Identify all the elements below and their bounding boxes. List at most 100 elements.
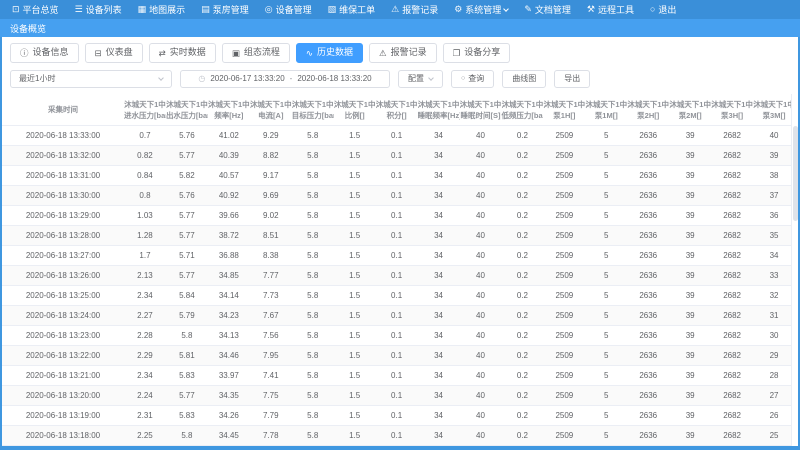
nav-item-6[interactable]: ▧维保工单	[320, 0, 384, 19]
cell-value: 5.83	[166, 406, 208, 426]
column-header-line2: 睡眠频率[Hz]	[418, 110, 460, 121]
cell-value: 0.2	[501, 206, 543, 226]
cell-value: 0.2	[501, 246, 543, 266]
cell-value: 7.79	[250, 406, 292, 426]
nav-item-7[interactable]: ⚠报警记录	[383, 0, 446, 19]
column-header-line1: 沐城天下1中	[753, 99, 795, 110]
column-header-line1: 沐城天下1中	[711, 99, 753, 110]
cell-value: 5.8	[292, 226, 334, 246]
cell-value: 34.85	[208, 266, 250, 286]
cell-value: 5.8	[292, 146, 334, 166]
gear-icon: ⚙	[454, 5, 462, 14]
nav-item-1[interactable]: ⊡平台总览	[4, 0, 67, 19]
table-row: 2020-06-18 13:26:002.135.7734.857.775.81…	[2, 266, 795, 286]
column-header-3: 沐城天下1中出水压力[bar]	[166, 94, 208, 126]
time-range-select-value: 最近1小时	[19, 73, 55, 84]
nav-item-label: 设备列表	[86, 3, 122, 16]
nav-item-2[interactable]: ☰设备列表	[67, 0, 130, 19]
tab-2[interactable]: ⊟仪表盘	[85, 43, 143, 63]
cell-value: 5	[585, 166, 627, 186]
cell-value: 5.8	[292, 306, 334, 326]
curve-chart-button[interactable]: 曲线图	[502, 70, 546, 88]
cell-value: 2509	[543, 366, 585, 386]
cell-value: 7.78	[250, 426, 292, 446]
cell-value: 5	[585, 286, 627, 306]
cell-value: 40	[460, 246, 502, 266]
tab-4[interactable]: ▣组态流程	[222, 43, 290, 63]
cell-value: 7.41	[250, 366, 292, 386]
cell-value: 34	[418, 226, 460, 246]
cell-value: 34.45	[208, 426, 250, 446]
cell-value: 2636	[627, 346, 669, 366]
cell-value: 5.8	[292, 406, 334, 426]
cell-value: 2636	[627, 406, 669, 426]
cell-value: 39	[669, 306, 711, 326]
date-range-picker[interactable]: ◷ 2020-06-17 13:33:20 - 2020-06-18 13:33…	[180, 70, 390, 88]
cell-value: 0.1	[376, 226, 418, 246]
cell-value: 5.77	[166, 266, 208, 286]
cell-value: 36.88	[208, 246, 250, 266]
cell-value: 0.2	[501, 146, 543, 166]
tab-1[interactable]: ⓘ设备信息	[10, 43, 79, 63]
column-header-line2: 目标压力[bar]	[292, 110, 334, 121]
cell-timestamp: 2020-06-18 13:24:00	[2, 306, 124, 326]
nav-item-5[interactable]: ◎设备管理	[257, 0, 320, 19]
column-header-8: 沐城天下1中积分[]	[376, 94, 418, 126]
nav-item-label: 系统管理	[465, 3, 501, 16]
nav-item-9[interactable]: ✎文档管理	[516, 0, 579, 19]
cell-value: 2.31	[124, 406, 166, 426]
table-row: 2020-06-18 13:24:002.275.7934.237.675.81…	[2, 306, 795, 326]
cell-value: 5	[585, 246, 627, 266]
time-range-select[interactable]: 最近1小时	[10, 70, 172, 88]
cell-timestamp: 2020-06-18 13:32:00	[2, 146, 124, 166]
nav-item-label: 文档管理	[535, 3, 571, 16]
nav-item-8[interactable]: ⚙系统管理	[446, 0, 516, 19]
nav-item-3[interactable]: ▦地图展示	[130, 0, 194, 19]
cell-value: 2682	[711, 346, 753, 366]
nav-item-4[interactable]: ▤泵房管理	[193, 0, 257, 19]
cell-value: 39	[669, 286, 711, 306]
table-row: 2020-06-18 13:29:001.035.7739.669.025.81…	[2, 206, 795, 226]
column-header-line1: 沐城天下1中	[124, 99, 166, 110]
cell-value: 40	[460, 146, 502, 166]
nav-item-label: 退出	[658, 3, 676, 16]
cell-value: 1.5	[334, 146, 376, 166]
tab-5[interactable]: ∿历史数据	[296, 43, 363, 63]
cell-value: 2682	[711, 206, 753, 226]
cell-timestamp: 2020-06-18 13:29:00	[2, 206, 124, 226]
scrollbar-thumb[interactable]	[793, 126, 798, 221]
nav-item-label: 报警记录	[402, 3, 438, 16]
chevron-down-icon	[428, 75, 434, 81]
cell-value: 7.73	[250, 286, 292, 306]
nav-item-label: 泵房管理	[213, 3, 249, 16]
export-button[interactable]: 导出	[554, 70, 590, 88]
config-button[interactable]: 配置	[398, 70, 443, 88]
cell-timestamp: 2020-06-18 13:22:00	[2, 346, 124, 366]
column-header-10: 沐城天下1中睡眠时间[S]	[460, 94, 502, 126]
nav-item-11[interactable]: ○退出	[642, 0, 684, 19]
cell-value: 5	[585, 386, 627, 406]
cell-timestamp: 2020-06-18 13:27:00	[2, 246, 124, 266]
tab-7[interactable]: ❐设备分享	[443, 43, 511, 63]
table-row: 2020-06-18 13:32:000.825.7740.398.825.81…	[2, 146, 795, 166]
dashboard-icon: ⊟	[95, 49, 102, 58]
tab-6[interactable]: ⚠报警记录	[369, 43, 437, 63]
cell-value: 9.02	[250, 206, 292, 226]
cell-value: 2509	[543, 306, 585, 326]
table-row: 2020-06-18 13:25:002.345.8434.147.735.81…	[2, 286, 795, 306]
warning-icon: ⚠	[379, 49, 387, 58]
nav-item-10[interactable]: ⚒远程工具	[579, 0, 642, 19]
cell-value: 38.72	[208, 226, 250, 246]
cell-value: 0.2	[501, 126, 543, 146]
query-button[interactable]: ○ 查询	[451, 70, 494, 88]
nav-item-label: 设备管理	[276, 3, 312, 16]
date-start-value: 2020-06-17 13:33:20	[210, 74, 284, 83]
tab-3[interactable]: ⇄实时数据	[149, 43, 216, 63]
cell-value: 2509	[543, 426, 585, 446]
cell-value: 40	[460, 286, 502, 306]
cell-value: 0.1	[376, 306, 418, 326]
cell-value: 5	[585, 146, 627, 166]
table-header-row: 采集时间沐城天下1中进水压力[bar]沐城天下1中出水压力[bar]沐城天下1中…	[2, 94, 795, 126]
cell-value: 5.8	[292, 206, 334, 226]
cell-value: 5.77	[166, 386, 208, 406]
